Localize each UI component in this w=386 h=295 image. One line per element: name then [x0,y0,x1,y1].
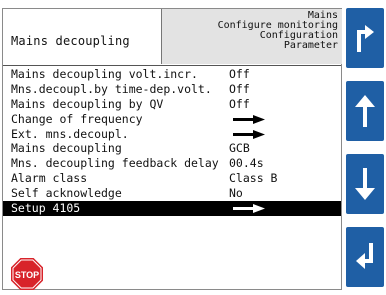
submenu-arrow-icon [233,114,265,124]
enter-button[interactable] [346,227,384,287]
list-item-value: 00.4s [229,156,264,171]
list-item-value: GCB [229,141,250,156]
arrow-up-icon [355,95,375,127]
list-item[interactable]: Mains decoupling GCB [3,141,341,156]
list-item-value: Off [229,67,250,81]
breadcrumb: Mains Configure monitoring Configuration… [161,9,342,64]
back-up-icon [357,25,374,52]
list-item-label: Mns.decoupl.by time-dep.volt. [11,81,212,96]
list-item[interactable]: Mns. decoupling feedback delay 00.4s [3,156,341,171]
stop-label: STOP [15,270,39,280]
list-item[interactable]: Mains decoupling volt.incr. Off [3,67,341,82]
stop-icon: STOP [11,258,43,290]
submenu-arrow-icon [233,129,265,139]
list-item-label: Ext. mns.decoupl. [11,126,129,141]
submenu-arrow-icon [233,204,265,214]
list-item-label: Setup 4105 [11,201,81,216]
list-item-label: Mns. decoupling feedback delay [11,156,219,171]
parameter-list: Mains decoupling volt.incr. Off Mns.deco… [3,67,341,216]
page-title: Mains decoupling [11,34,130,48]
list-item[interactable]: Ext. mns.decoupl. [3,127,341,142]
arrow-up-button[interactable] [346,81,384,141]
breadcrumb-item: Parameter [283,40,338,51]
list-item-label: Change of frequency [11,111,143,126]
list-item[interactable]: Mns.decoupl.by time-dep.volt. Off [3,82,341,97]
list-item-value: Off [229,96,250,111]
list-item[interactable]: Self acknowledge No [3,186,341,201]
list-item-label: Mains decoupling [11,141,122,156]
list-item[interactable]: Alarm class Class B [3,171,341,186]
arrow-down-button[interactable] [346,154,384,214]
list-item-selected[interactable]: Setup 4105 [3,201,341,216]
arrow-down-icon [355,168,375,200]
back-up-button[interactable] [346,8,384,68]
list-item-label: Mains decoupling by QV [11,96,164,111]
list-item-value: Class B [229,171,278,186]
list-item-value: Off [229,81,250,96]
list-item[interactable]: Change of frequency [3,112,341,127]
list-item-label: Alarm class [11,171,88,186]
list-item[interactable]: Mains decoupling by QV Off [3,97,341,112]
display-screen: Mains decoupling Mains Configure monitor… [2,8,342,290]
title-bar: Mains decoupling Mains Configure monitor… [3,9,342,66]
list-item-label: Self acknowledge [11,186,122,201]
list-item-label: Mains decoupling volt.incr. [11,67,198,81]
enter-icon [356,243,373,269]
list-item-value: No [229,186,243,201]
